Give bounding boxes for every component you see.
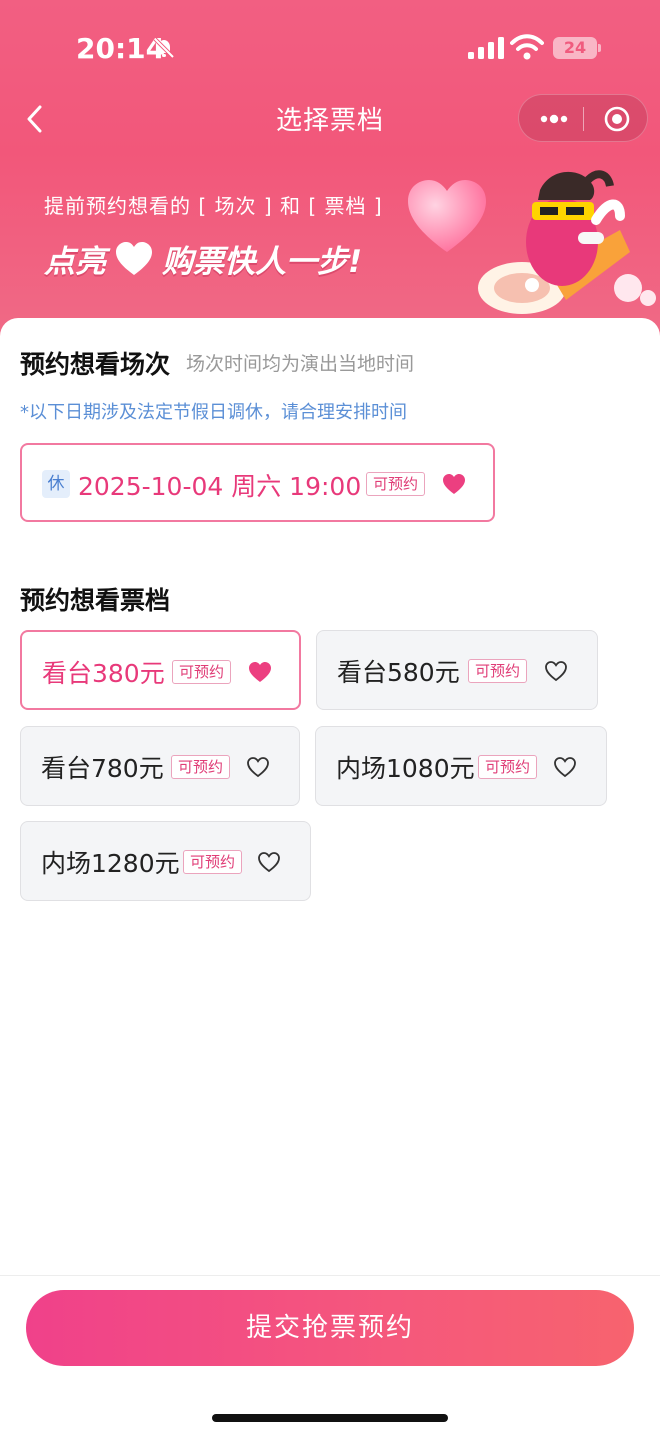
status-badge: 可预约 <box>478 755 538 779</box>
heart-outline-icon[interactable] <box>257 851 281 873</box>
tier-option-580[interactable]: 看台580元 可预约 <box>316 630 598 710</box>
heart-filled-icon[interactable] <box>248 661 272 683</box>
home-indicator <box>212 1414 448 1422</box>
tier-label: 内场1080元 <box>336 754 475 783</box>
mascot-illustration <box>478 170 656 314</box>
status-badge: 可预约 <box>171 755 231 779</box>
wifi-icon <box>510 34 544 60</box>
heart-outline-icon[interactable] <box>544 660 568 682</box>
more-dots-icon[interactable] <box>537 105 571 133</box>
banner-slogan: 点亮 购票快人一步! <box>44 236 362 281</box>
holiday-notice: *以下日期涉及法定节假日调休，请合理安排时间 <box>20 402 407 423</box>
footer-divider <box>0 1275 660 1276</box>
status-badge: 可预约 <box>172 660 232 684</box>
status-badge: 可预约 <box>183 850 243 874</box>
heart-filled-icon[interactable] <box>442 473 466 495</box>
tier-label: 看台780元 <box>41 754 164 783</box>
bell-slash-icon <box>153 37 175 59</box>
session-section-subtitle: 场次时间均为演出当地时间 <box>186 353 415 375</box>
session-datetime: 2025-10-04 周六 19:00 <box>78 472 362 501</box>
heart-icon <box>116 241 152 275</box>
tier-option-780[interactable]: 看台780元 可预约 <box>20 726 300 806</box>
tier-option-380[interactable]: 看台380元 可预约 <box>20 630 301 710</box>
miniprogram-capsule <box>518 94 648 142</box>
heart-outline-icon[interactable] <box>246 756 270 778</box>
signal-icon <box>468 37 504 59</box>
tier-label: 看台580元 <box>337 658 460 687</box>
status-bar: 20:14 24 <box>0 0 660 96</box>
banner-subtitle: 提前预约想看的 [ 场次 ] 和 [ 票档 ] <box>44 194 383 218</box>
target-close-icon[interactable] <box>603 105 631 133</box>
holiday-tag: 休 <box>42 470 70 498</box>
capsule-divider <box>583 107 584 131</box>
heart-outline-icon[interactable] <box>553 756 577 778</box>
submit-reservation-button[interactable]: 提交抢票预约 <box>26 1290 634 1366</box>
session-option[interactable]: 休 2025-10-04 周六 19:00 可预约 <box>20 443 495 522</box>
battery-tip <box>598 44 601 52</box>
tier-label: 看台380元 <box>42 659 165 688</box>
banner-slogan-part2: 购票快人一步! <box>162 244 363 280</box>
banner-slogan-part1: 点亮 <box>44 244 106 280</box>
tier-option-1280[interactable]: 内场1280元 可预约 <box>20 821 311 901</box>
status-badge: 可预约 <box>366 472 426 496</box>
tier-section-title: 预约想看票档 <box>20 586 171 615</box>
tier-label: 内场1280元 <box>41 849 180 878</box>
status-badge: 可预约 <box>468 659 528 683</box>
session-section-title: 预约想看场次 <box>20 350 171 379</box>
battery-icon: 24 <box>553 37 597 59</box>
tier-option-1080[interactable]: 内场1080元 可预约 <box>315 726 607 806</box>
